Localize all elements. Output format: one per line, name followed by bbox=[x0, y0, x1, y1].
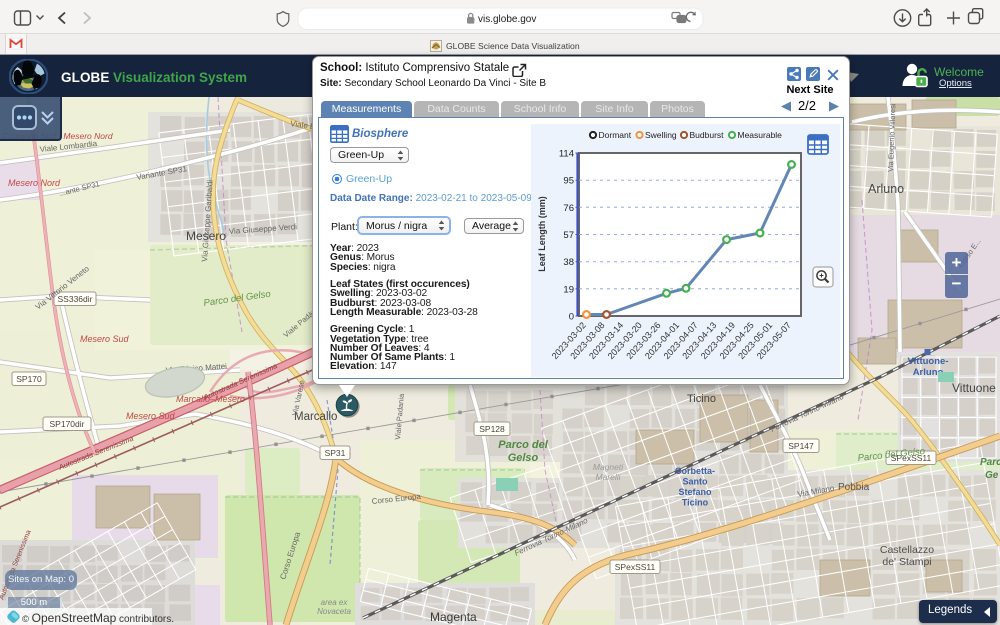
svg-text:Ticino: Ticino bbox=[687, 393, 716, 405]
svg-text:Stefano: Stefano bbox=[678, 487, 712, 497]
svg-text:Measurable: Measurable bbox=[738, 130, 783, 140]
svg-text:38: 38 bbox=[563, 257, 574, 268]
svg-text:Parco: Parco bbox=[980, 457, 1000, 468]
svg-text:Pobbia: Pobbia bbox=[838, 482, 870, 493]
svg-text:Marcallo: Marcallo bbox=[294, 411, 337, 423]
svg-text:Mesero Sud: Mesero Sud bbox=[80, 334, 130, 344]
svg-text:95: 95 bbox=[563, 176, 574, 187]
svg-text:SP147: SP147 bbox=[788, 441, 814, 451]
svg-text:area ex: area ex bbox=[321, 598, 349, 607]
svg-text:0: 0 bbox=[569, 312, 574, 323]
svg-text:76: 76 bbox=[563, 203, 574, 214]
svg-text:19: 19 bbox=[563, 284, 574, 295]
svg-text:Magenta: Magenta bbox=[430, 610, 477, 624]
svg-text:Vittuone-: Vittuone- bbox=[908, 356, 949, 367]
svg-text:Corbetta-: Corbetta- bbox=[675, 466, 715, 476]
svg-text:vis.globe.gov: vis.globe.gov bbox=[478, 14, 536, 25]
svg-text:Santo: Santo bbox=[682, 477, 708, 487]
svg-text:de' Stampi: de' Stampi bbox=[882, 556, 931, 568]
svg-text:Magneti: Magneti bbox=[593, 462, 624, 472]
svg-text:SP128: SP128 bbox=[479, 424, 505, 434]
svg-text:SPexSS11: SPexSS11 bbox=[615, 562, 656, 572]
svg-text:Vittuone: Vittuone bbox=[952, 381, 996, 395]
svg-text:SP170dir: SP170dir bbox=[50, 419, 85, 429]
svg-text:114: 114 bbox=[559, 149, 574, 160]
svg-text:Gelso: Gelso bbox=[508, 452, 539, 464]
svg-text:Budburst: Budburst bbox=[690, 130, 725, 140]
svg-text:Castellazzo: Castellazzo bbox=[880, 544, 934, 556]
svg-text:Leaf Length (mm): Leaf Length (mm) bbox=[537, 196, 547, 272]
svg-text:Mesero Sud: Mesero Sud bbox=[126, 411, 176, 421]
svg-text:Swelling: Swelling bbox=[645, 130, 677, 140]
svg-text:Ge: Ge bbox=[985, 470, 999, 481]
svg-text:SP31: SP31 bbox=[325, 448, 346, 458]
svg-text:SP170: SP170 bbox=[16, 374, 42, 384]
svg-text:57: 57 bbox=[563, 230, 574, 241]
svg-text:Mesero Nord: Mesero Nord bbox=[8, 178, 61, 188]
svg-text:SS336dir: SS336dir bbox=[58, 294, 93, 304]
svg-text:Dormant: Dormant bbox=[599, 130, 632, 140]
svg-text:Ticino: Ticino bbox=[682, 498, 709, 508]
svg-text:Parco del: Parco del bbox=[498, 439, 548, 451]
svg-text:Arluno: Arluno bbox=[868, 182, 904, 196]
svg-text:Marelli: Marelli bbox=[595, 472, 621, 482]
svg-text:Novaceta: Novaceta bbox=[317, 607, 351, 616]
